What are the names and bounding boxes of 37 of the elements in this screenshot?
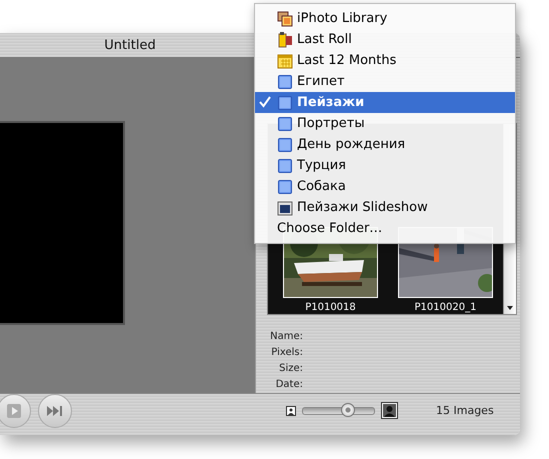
menu-item[interactable]: Турция <box>255 155 515 176</box>
skip-forward-button[interactable] <box>38 394 72 428</box>
menu-item[interactable]: Пейзажи <box>255 92 515 113</box>
album-icon <box>277 94 293 110</box>
album-icon <box>277 178 293 194</box>
calendar-icon <box>277 52 293 68</box>
menu-item[interactable]: Last 12 Months <box>255 50 515 71</box>
slideshow-icon <box>277 200 293 216</box>
thumbnail-caption: P1010018 <box>305 302 356 314</box>
thumbnail-caption: P1010020_1 <box>414 302 476 314</box>
image-count: 15 Images <box>436 404 494 417</box>
menu-item[interactable]: iPhoto Library <box>255 8 515 29</box>
menu-item[interactable]: Собака <box>255 176 515 197</box>
menu-item[interactable]: День рождения <box>255 134 515 155</box>
play-button[interactable] <box>0 394 31 428</box>
info-label: Name: <box>269 330 303 344</box>
play-icon <box>7 404 21 418</box>
album-icon <box>277 158 293 174</box>
slider-thumb[interactable] <box>340 402 355 416</box>
skip-forward-icon <box>47 406 63 416</box>
window-title: Untitled <box>104 38 156 52</box>
menu-item[interactable]: Choose Folder… <box>255 218 515 239</box>
large-image-icon[interactable] <box>381 402 398 419</box>
info-label: Size: <box>278 362 303 376</box>
small-image-icon[interactable] <box>286 406 296 416</box>
photo-stack-icon <box>277 10 293 26</box>
menu-item[interactable]: Пейзажи Slideshow <box>255 197 515 218</box>
menu-item[interactable]: Египет <box>255 71 515 92</box>
album-icon <box>277 136 293 152</box>
menu-item[interactable]: Last Roll <box>255 29 515 50</box>
info-label: Date: <box>274 378 303 392</box>
album-icon <box>277 74 293 90</box>
checkmark-icon <box>259 96 271 108</box>
info-label: Pixels: <box>270 346 303 360</box>
album-icon <box>277 116 293 132</box>
menu-item[interactable]: Портреты <box>255 113 515 134</box>
film-roll-icon <box>277 32 293 48</box>
